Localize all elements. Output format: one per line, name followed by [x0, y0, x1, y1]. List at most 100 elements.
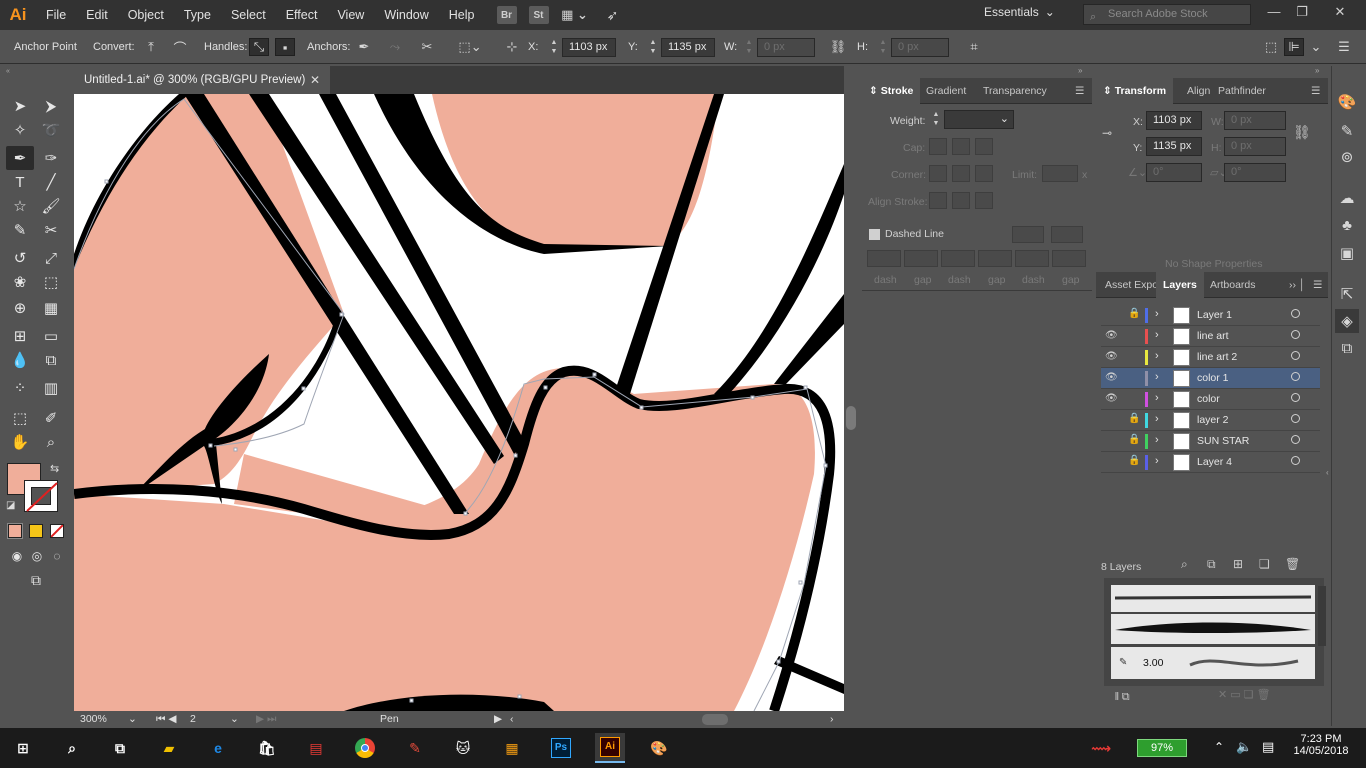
chrome-icon[interactable]: [350, 733, 380, 763]
preserve-dashes-button[interactable]: [1012, 226, 1044, 243]
scale-tool-icon[interactable]: ⤢: [37, 246, 65, 270]
vertical-scrollbar[interactable]: [844, 94, 858, 711]
menu-object[interactable]: Object: [118, 0, 174, 30]
activity-monitor-icon[interactable]: ⟿: [1086, 733, 1116, 763]
hide-handles-icon[interactable]: ▪: [275, 38, 295, 56]
height-field[interactable]: 0 px: [891, 38, 949, 57]
menu-help[interactable]: Help: [439, 0, 485, 30]
expand-chevron-icon[interactable]: ›: [1155, 392, 1159, 404]
show-hidden-icons-icon[interactable]: ⌃: [1214, 740, 1224, 754]
delete-layer-icon[interactable]: 🗑: [1285, 557, 1300, 571]
minimize-button[interactable]: —: [1262, 2, 1286, 22]
target-circle-icon[interactable]: [1291, 351, 1300, 360]
arrange-documents-icon[interactable]: ▦ ⌄: [561, 6, 589, 24]
shaper-tool-icon[interactable]: ✎: [6, 218, 34, 242]
slice-tool-icon[interactable]: ✐: [37, 406, 65, 430]
color-mode-button[interactable]: [7, 523, 23, 539]
stock-button[interactable]: St: [528, 6, 549, 24]
perspective-grid-tool-icon[interactable]: ▦: [37, 296, 65, 320]
weight-stepper[interactable]: ▲ ▼: [930, 110, 942, 129]
layer-row[interactable]: 👁 › line art: [1101, 326, 1320, 347]
tab-stroke[interactable]: ⇕ Stroke: [862, 78, 921, 104]
pen-tool-icon[interactable]: ✒: [6, 146, 34, 170]
draw-inside-icon[interactable]: ◌: [43, 544, 71, 568]
target-circle-icon[interactable]: [1291, 372, 1300, 381]
default-fill-stroke-icon[interactable]: ◪: [6, 500, 15, 511]
volume-icon[interactable]: 🔈: [1236, 739, 1252, 755]
rotate-tool-icon[interactable]: ↺: [6, 246, 34, 270]
y-stepper[interactable]: ▲ ▼: [647, 38, 659, 57]
align-center-button[interactable]: [929, 192, 947, 209]
transform-icon[interactable]: ⌗: [964, 38, 984, 56]
control-menu-chevron-icon[interactable]: ⌄: [1306, 38, 1326, 56]
align-to-selection-icon[interactable]: ⬚⌄: [456, 38, 484, 56]
expand-chevron-icon[interactable]: ›: [1155, 371, 1159, 383]
collapse-right-dock-icon[interactable]: »: [1315, 66, 1319, 75]
hscroll-left-icon[interactable]: ‹: [510, 713, 514, 725]
clock[interactable]: 7:23 PM 14/05/2018: [1293, 733, 1349, 757]
align-panel-icon[interactable]: ⊫: [1284, 38, 1304, 56]
butt-cap-button[interactable]: [929, 138, 947, 155]
hscroll-thumb[interactable]: [702, 714, 728, 725]
workspace-switcher[interactable]: Essentials ⌄: [984, 5, 1055, 19]
layer-name[interactable]: color: [1197, 393, 1220, 405]
brush-tapered[interactable]: [1111, 614, 1315, 644]
column-graph-tool-icon[interactable]: ▥: [37, 376, 65, 400]
scroll-thumb[interactable]: [846, 406, 856, 430]
align-outside-button[interactable]: [975, 192, 993, 209]
transform-x-field[interactable]: 1103 px: [1146, 111, 1202, 130]
miter-join-button[interactable]: [929, 165, 947, 182]
limit-field[interactable]: [1042, 165, 1078, 182]
windows-start-icon[interactable]: ⊞: [8, 733, 38, 763]
search-adobe-stock-input[interactable]: ⌕ Search Adobe Stock: [1083, 4, 1251, 25]
menu-select[interactable]: Select: [221, 0, 276, 30]
artboard-tool-icon[interactable]: ⬚: [6, 406, 34, 430]
action-center-icon[interactable]: ▤: [1262, 739, 1274, 755]
restore-button[interactable]: ❐: [1290, 2, 1314, 22]
transform-w-field[interactable]: 0 px: [1224, 111, 1286, 130]
layer-row[interactable]: 👁 › color: [1101, 389, 1320, 410]
media-app-icon[interactable]: ▦: [497, 733, 527, 763]
stroke-swatch[interactable]: [24, 480, 58, 512]
status-menu-icon[interactable]: ▶: [494, 713, 502, 725]
make-clipping-mask-icon[interactable]: ⧉: [1207, 557, 1216, 572]
screen-mode-icon[interactable]: ⧉: [22, 568, 50, 592]
tab-transparency[interactable]: Transparency: [976, 78, 1054, 104]
arrange-icon[interactable]: ⬚: [1261, 38, 1281, 56]
symbols-icon[interactable]: ♣: [1335, 213, 1359, 237]
tab-transform[interactable]: ⇕ Transform: [1096, 78, 1174, 104]
scissors-tool-icon[interactable]: ✂: [37, 218, 65, 242]
brushes-scrollbar[interactable]: [1318, 586, 1326, 646]
transform-h-field[interactable]: 0 px: [1224, 137, 1286, 156]
transform-y-field[interactable]: 1135 px: [1146, 137, 1202, 156]
hand-tool-icon[interactable]: ✋: [6, 430, 34, 454]
zoom-level[interactable]: 300%: [80, 713, 107, 725]
selection-tool-icon[interactable]: ➤: [6, 94, 34, 118]
projecting-cap-button[interactable]: [975, 138, 993, 155]
gap-field-3[interactable]: [1052, 250, 1086, 267]
target-circle-icon[interactable]: [1291, 414, 1300, 423]
document-tab[interactable]: Untitled-1.ai* @ 300% (RGB/GPU Preview) …: [74, 66, 330, 94]
export-icon[interactable]: ⇱: [1335, 282, 1359, 306]
tab-gradient[interactable]: Gradient: [919, 78, 973, 104]
eye-icon[interactable]: 👁: [1105, 330, 1118, 341]
x-stepper[interactable]: ▲ ▼: [548, 38, 560, 57]
create-new-layer-icon[interactable]: ❏: [1259, 557, 1270, 571]
layer-row[interactable]: 🔒 › Layer 1: [1101, 305, 1320, 326]
stroke-panel-menu-icon[interactable]: ☰: [1068, 78, 1091, 104]
curvature-tool-icon[interactable]: ✑: [37, 146, 65, 170]
shape-builder-tool-icon[interactable]: ⊕: [6, 296, 34, 320]
target-circle-icon[interactable]: [1291, 309, 1300, 318]
artboard-chevron-icon[interactable]: ⌄: [230, 713, 239, 725]
locate-object-icon[interactable]: ⌕: [1181, 557, 1188, 572]
close-document-icon[interactable]: ✕: [310, 66, 320, 94]
target-circle-icon[interactable]: [1291, 435, 1300, 444]
dash-field-2[interactable]: [941, 250, 975, 267]
magic-wand-tool-icon[interactable]: ✧: [6, 118, 34, 142]
width-field[interactable]: 0 px: [757, 38, 815, 57]
blend-tool-icon[interactable]: ⧉: [37, 348, 65, 372]
target-circle-icon[interactable]: [1291, 330, 1300, 339]
transform-panel-menu-icon[interactable]: ☰: [1304, 78, 1327, 104]
task-view-icon[interactable]: ⧉: [105, 733, 135, 763]
edge-browser-icon[interactable]: e: [203, 733, 233, 763]
